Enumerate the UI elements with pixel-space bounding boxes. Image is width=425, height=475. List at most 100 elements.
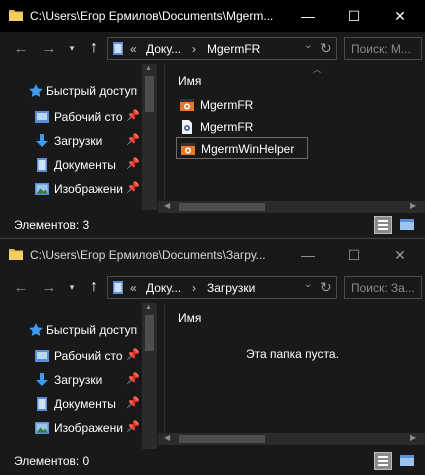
search-placeholder: Поиск: M... [351,42,411,56]
horizontal-scrollbar[interactable]: ◀ ▶ [158,201,425,213]
recent-locations-button[interactable]: ▾ [63,39,81,57]
navigation-pane: Быстрый доступ Рабочий сто 📌 Загрузки 📌 … [0,303,157,449]
sidebar-item-downloads[interactable]: Загрузки 📌 [0,130,142,152]
sidebar-item-documents[interactable]: Документы 📌 [0,154,142,176]
sidebar-item-desktop[interactable]: Рабочий сто 📌 [0,106,142,128]
sidebar-item-pictures[interactable]: Изображени 📌 [0,417,142,439]
refresh-icon[interactable]: ↻ [320,40,332,57]
breadcrumb-current[interactable]: MgermFR [207,42,260,56]
chevron-down-icon[interactable]: ⌄ [304,279,312,290]
sidebar-item-downloads[interactable]: Загрузки 📌 [0,369,142,391]
details-view-icon[interactable] [374,216,392,234]
maximize-button[interactable]: ☐ [331,0,377,32]
window-title: C:\Users\Егор Ермилов\Documents\Mgerm... [30,9,274,23]
forward-button[interactable]: → [40,39,58,57]
pin-icon: 📌 [126,110,140,122]
file-row[interactable]: MgermFR [176,94,266,116]
horizontal-scrollbar[interactable]: ◀ ▶ [158,433,425,445]
navigation-bar: ← → ▾ ↑ « Доку... › Загрузки ⌄ ↻ Поиск: … [0,271,425,303]
item-count: Элементов: 0 [14,454,90,468]
file-list: ︿ Имя MgermFR MgermFR MgermWinHelper [158,64,425,200]
sidebar-item-documents[interactable]: Документы 📌 [0,393,142,415]
search-input[interactable]: Поиск: За... [344,276,422,299]
pin-icon: 📌 [126,158,140,170]
scroll-up-icon[interactable]: ▲ [145,304,152,311]
title-bar[interactable]: C:\Users\Егор Ермилов\Documents\Mgerm...… [0,0,425,32]
scrollbar-thumb[interactable] [179,203,265,211]
pin-icon: 📌 [126,182,140,194]
close-button[interactable]: ✕ [377,239,423,271]
sidebar-item-label: Загрузки [54,373,103,387]
back-button[interactable]: ← [12,39,30,57]
column-header-name[interactable]: Имя [178,74,201,88]
window-title: C:\Users\Егор Ермилов\Documents\Загру... [30,248,266,262]
breadcrumb-current[interactable]: Загрузки [207,281,255,295]
scroll-right-icon[interactable]: ▶ [410,433,416,442]
file-row[interactable]: MgermFR [176,116,266,138]
scroll-up-icon[interactable]: ▲ [145,65,152,72]
scrollbar-thumb[interactable] [145,76,154,112]
sidebar-scrollbar[interactable]: ▲ [142,64,157,210]
breadcrumb-separator: › [192,42,196,56]
address-overflow[interactable]: « [130,281,137,295]
title-bar[interactable]: C:\Users\Егор Ермилов\Documents\Загру...… [0,239,425,271]
sidebar-item-quick-access[interactable]: Быстрый доступ [0,319,142,341]
pin-icon: 📌 [126,134,140,146]
download-arrow-icon [34,372,50,388]
address-overflow[interactable]: « [130,42,137,56]
pin-icon: 📌 [126,421,140,433]
up-button[interactable]: ↑ [85,39,103,57]
documents-icon [111,280,125,295]
folder-icon [8,247,24,261]
file-list: Имя Эта папка пуста. [158,303,425,439]
search-input[interactable]: Поиск: M... [344,37,422,60]
app-exe-icon [180,141,196,157]
scroll-left-icon[interactable]: ◀ [164,201,170,210]
sidebar-item-label: Быстрый доступ [46,323,138,337]
column-header-name[interactable]: Имя [178,311,201,325]
sidebar-item-label: Изображени [54,182,123,196]
sort-ascending-icon: ︿ [313,65,321,74]
breadcrumb-documents[interactable]: Доку... [146,42,181,56]
breadcrumb-documents[interactable]: Доку... [146,281,181,295]
chevron-down-icon[interactable]: ⌄ [304,40,312,51]
file-row-selected[interactable]: MgermWinHelper [176,137,308,159]
details-view-icon[interactable] [374,452,392,470]
sidebar-item-label: Быстрый доступ [46,84,138,98]
address-bar[interactable]: « Доку... › Загрузки ⌄ ↻ [107,276,337,299]
scroll-right-icon[interactable]: ▶ [410,201,416,210]
minimize-button[interactable]: — [285,239,331,271]
refresh-icon[interactable]: ↻ [320,279,332,296]
address-bar[interactable]: « Доку... › MgermFR ⌄ ↻ [107,37,337,60]
back-button[interactable]: ← [12,278,30,296]
scrollbar-thumb[interactable] [179,435,265,443]
large-icons-view-icon[interactable] [398,452,416,470]
documents-icon [34,157,50,173]
scrollbar-thumb[interactable] [145,315,154,351]
pin-icon: 📌 [126,397,140,409]
status-bar: Элементов: 3 [0,214,425,236]
forward-button[interactable]: → [40,278,58,296]
star-icon [28,83,44,99]
scroll-left-icon[interactable]: ◀ [164,433,170,442]
desktop-folder-icon [34,109,50,125]
sidebar-item-label: Документы [54,397,116,411]
file-name: MgermFR [200,120,254,134]
maximize-button[interactable]: ☐ [331,239,377,271]
sidebar-item-label: Изображени [54,421,123,435]
search-placeholder: Поиск: За... [351,281,415,295]
close-button[interactable]: ✕ [377,0,423,32]
sidebar-item-label: Документы [54,158,116,172]
folder-icon [8,8,24,22]
recent-locations-button[interactable]: ▾ [63,278,81,296]
large-icons-view-icon[interactable] [398,216,416,234]
pictures-icon [34,420,50,436]
sidebar-item-pictures[interactable]: Изображени 📌 [0,178,142,200]
minimize-button[interactable]: — [285,0,331,32]
up-button[interactable]: ↑ [85,278,103,296]
sidebar-item-desktop[interactable]: Рабочий сто 📌 [0,345,142,367]
sidebar-item-quick-access[interactable]: Быстрый доступ [0,80,142,102]
status-bar: Элементов: 0 [0,450,425,472]
sidebar-scrollbar[interactable]: ▲ [142,303,157,449]
star-icon [28,322,44,338]
